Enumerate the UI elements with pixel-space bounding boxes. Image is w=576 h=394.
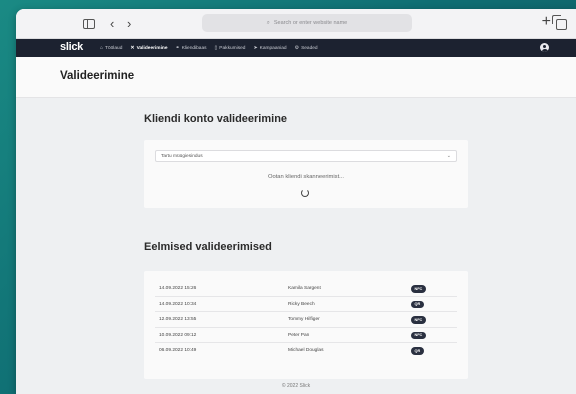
history-card: 14.09.2022 15:26 Kamila Sargent NFC 14.0… <box>144 271 468 379</box>
page-title: Valideerimine <box>60 70 135 82</box>
nav-item-kliendibaas[interactable]: ⚭ Kliendibaas <box>176 39 207 57</box>
table-row[interactable]: 14.09.2022 10:34 Ricky Beech QR <box>155 297 457 312</box>
validation-card: Tartu müügiesindus ⌄ Ootan kliendi skann… <box>144 140 468 208</box>
table-row[interactable]: 14.09.2022 15:26 Kamila Sargent NFC <box>155 281 457 297</box>
row-name: Kamila Sargent <box>288 286 321 291</box>
row-date: 06.09.2022 10:49 <box>159 348 197 353</box>
method-badge: NFC <box>411 316 426 324</box>
nav-item-label: Kliendibaas <box>181 45 207 51</box>
row-date: 14.09.2022 10:34 <box>159 301 197 307</box>
history-table: 14.09.2022 15:26 Kamila Sargent NFC 14.0… <box>155 281 457 359</box>
store-select-value: Tartu müügiesindus <box>161 153 203 159</box>
app-navbar: slick ⌂ Töölaud ✕ Valideerimine ⚭ Kliend… <box>16 39 576 57</box>
loading-spinner-icon <box>301 189 309 197</box>
logo[interactable]: slick <box>60 41 83 53</box>
nav-item-label: Töölaud <box>105 45 123 51</box>
users-icon: ⚭ <box>175 45 180 51</box>
footer-copyright: © 2022 Slick <box>281 383 311 389</box>
nav-item-label: Seaded <box>301 45 318 51</box>
validation-heading: Kliendi konto valideerimine <box>144 113 288 125</box>
store-select[interactable]: Tartu müügiesindus ⌄ <box>155 150 457 162</box>
gear-icon: ⚙ <box>294 45 300 51</box>
user-avatar-icon[interactable] <box>540 43 549 52</box>
new-tab-icon[interactable]: + <box>542 14 551 30</box>
history-heading: Eelmised valideerimised <box>144 241 272 253</box>
address-bar[interactable]: ⌕ Search or enter website name <box>202 14 412 32</box>
nav-menu: ⌂ Töölaud ✕ Valideerimine ⚭ Kliendibaas … <box>100 39 326 57</box>
table-row[interactable]: 10.09.2022 09:12 Peter Pan NFC <box>155 328 457 343</box>
back-arrow-icon[interactable]: ‹ <box>110 16 114 32</box>
browser-toolbar: ‹ › ⌕ Search or enter website name + <box>16 9 576 39</box>
method-badge: QR <box>411 300 424 308</box>
forward-arrow-icon[interactable]: › <box>127 16 131 32</box>
row-name: Ricky Beech <box>288 301 315 307</box>
nav-item-label: Valideerimine <box>136 45 168 51</box>
dashboard-icon: ⌂ <box>100 45 104 51</box>
sidebar-toggle-icon[interactable] <box>83 19 95 29</box>
row-name: Michael Douglas <box>288 348 324 353</box>
table-row[interactable]: 06.09.2022 10:49 Michael Douglas QR <box>155 343 457 359</box>
scan-icon: ✕ <box>130 45 135 51</box>
page-header: Valideerimine <box>16 57 576 98</box>
tab-overview-icon[interactable] <box>552 15 567 30</box>
nav-item-label: Kampaaniad <box>259 45 287 51</box>
row-date: 10.09.2022 09:12 <box>159 332 197 338</box>
search-icon: ⌕ <box>266 19 270 26</box>
nav-item-pakkumised[interactable]: ▯ Pakkumised <box>215 39 246 57</box>
method-badge: NFC <box>411 285 426 293</box>
chevron-down-icon: ⌄ <box>446 153 451 159</box>
waiting-status: Ootan kliendi skanneerimist... <box>267 174 345 180</box>
nav-item-seaded[interactable]: ⚙ Seaded <box>295 39 318 57</box>
nav-item-toolaud[interactable]: ⌂ Töölaud <box>100 39 122 57</box>
nav-item-label: Pakkumised <box>219 45 246 51</box>
nav-item-valideerimine[interactable]: ✕ Valideerimine <box>130 39 167 57</box>
method-badge: QR <box>411 347 424 355</box>
row-name: Tommy Hilfiger <box>288 317 320 322</box>
method-badge: NFC <box>411 331 426 339</box>
row-name: Peter Pan <box>288 332 310 338</box>
table-row[interactable]: 12.09.2022 13:55 Tommy Hilfiger NFC <box>155 312 457 328</box>
send-icon: ➤ <box>253 45 258 51</box>
address-placeholder: Search or enter website name <box>273 20 348 26</box>
offer-icon: ▯ <box>214 45 218 51</box>
main-content: Kliendi konto valideerimine Tartu müügie… <box>16 98 576 394</box>
nav-item-kampaaniad[interactable]: ➤ Kampaaniad <box>253 39 286 57</box>
row-date: 12.09.2022 13:55 <box>159 317 197 322</box>
row-date: 14.09.2022 15:26 <box>159 286 197 291</box>
browser-window: ‹ › ⌕ Search or enter website name + sli… <box>16 9 576 394</box>
